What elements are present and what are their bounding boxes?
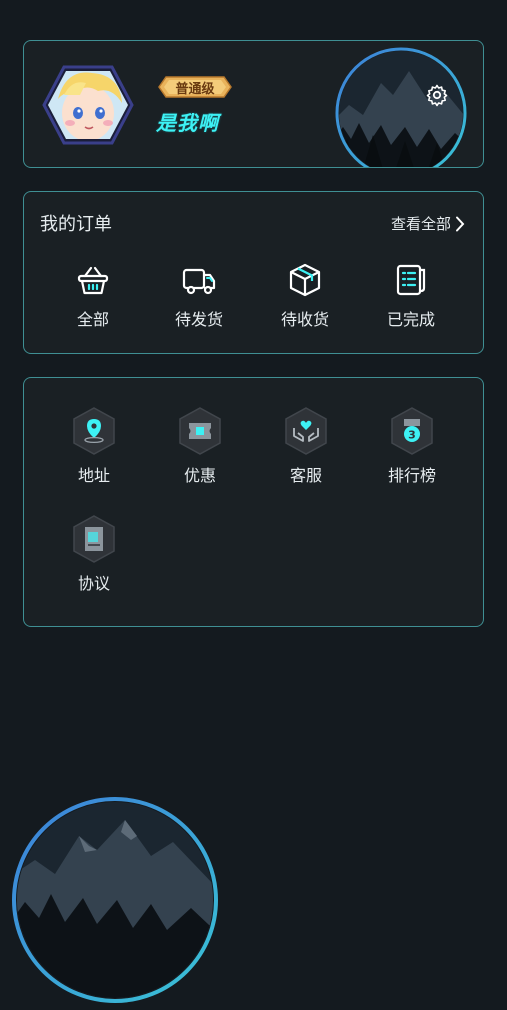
orders-title: 我的订单 bbox=[40, 214, 112, 235]
order-tab-completed[interactable]: 已完成 bbox=[366, 262, 456, 330]
order-tab-label: 全部 bbox=[76, 310, 109, 329]
services-card: 地址 优惠 客服 3 排行榜 协议 bbox=[23, 377, 484, 627]
service-address[interactable]: 地址 bbox=[49, 406, 139, 486]
service-label: 排行榜 bbox=[387, 466, 436, 485]
service-label: 客服 bbox=[289, 466, 322, 485]
service-agreement[interactable]: 协议 bbox=[49, 514, 139, 594]
service-coupon[interactable]: 优惠 bbox=[155, 406, 245, 486]
username: 是我啊 bbox=[156, 111, 219, 135]
location-icon bbox=[73, 407, 115, 455]
receipt-icon bbox=[396, 264, 426, 296]
gear-icon[interactable] bbox=[425, 83, 449, 107]
order-tab-label: 待收货 bbox=[280, 310, 329, 329]
chevron-right-icon bbox=[456, 216, 465, 231]
mountain-art bbox=[335, 47, 467, 167]
avatar[interactable] bbox=[42, 65, 134, 145]
heart-hands-icon bbox=[285, 407, 327, 455]
level-badge: 普通级 bbox=[158, 76, 232, 98]
service-customer-support[interactable]: 客服 bbox=[261, 406, 351, 486]
orders-card: 我的订单 查看全部 全部 待发货 待收货 已完成 bbox=[23, 191, 484, 354]
svg-text:3: 3 bbox=[408, 429, 416, 442]
order-tab-label: 待发货 bbox=[174, 310, 223, 329]
service-label: 协议 bbox=[77, 574, 110, 593]
ranking-medal-icon: 3 bbox=[391, 407, 433, 455]
order-tab-label: 已完成 bbox=[386, 310, 435, 329]
level-badge-label: 普通级 bbox=[175, 81, 215, 97]
order-tab-all[interactable]: 全部 bbox=[48, 262, 138, 330]
view-all-orders-link[interactable]: 查看全部 bbox=[391, 213, 465, 234]
profile-card: 普通级 是我啊 bbox=[23, 40, 484, 168]
service-label: 优惠 bbox=[183, 466, 216, 485]
package-icon bbox=[289, 263, 321, 297]
document-icon bbox=[73, 515, 115, 563]
coupon-icon bbox=[179, 407, 221, 455]
mountain-art-bottom bbox=[12, 797, 218, 1003]
basket-icon bbox=[77, 266, 109, 295]
service-ranking[interactable]: 3 排行榜 bbox=[367, 406, 457, 486]
truck-icon bbox=[182, 268, 216, 295]
view-all-label: 查看全部 bbox=[390, 215, 451, 233]
order-tab-pending-receipt[interactable]: 待收货 bbox=[260, 262, 350, 330]
service-label: 地址 bbox=[77, 466, 110, 485]
order-tab-pending-shipment[interactable]: 待发货 bbox=[154, 262, 244, 330]
